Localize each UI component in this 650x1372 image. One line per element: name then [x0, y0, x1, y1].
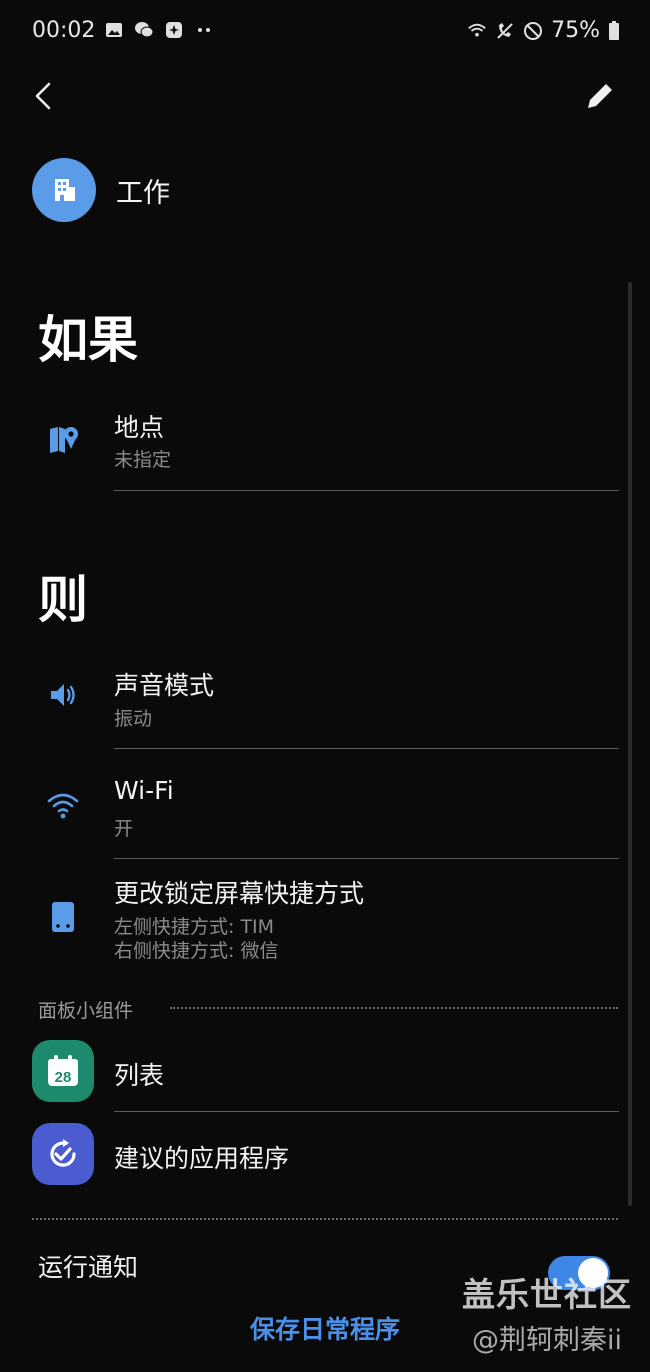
- location-title: 地点: [114, 413, 165, 442]
- suggested-apps-icon: [32, 1123, 94, 1185]
- calendar-icon-date: 28: [55, 1069, 72, 1086]
- sound-mode-subtitle: 振动: [114, 708, 153, 730]
- wifi-calling-icon: [468, 23, 486, 36]
- battery-icon: [609, 20, 619, 40]
- routine-avatar[interactable]: [32, 158, 96, 222]
- scrollbar[interactable]: [628, 282, 632, 1206]
- sound-mode-title: 声音模式: [114, 671, 215, 700]
- status-bar: 00:02 75%: [0, 0, 650, 64]
- widget-list-title: 列表: [114, 1061, 165, 1090]
- call-forward-icon: [497, 22, 513, 39]
- widget-suggested-apps-title: 建议的应用程序: [114, 1144, 290, 1173]
- speaker-icon: [44, 676, 82, 714]
- if-section-title: 如果: [38, 311, 138, 369]
- dotted-divider: [32, 1218, 618, 1220]
- routine-header: 工作: [32, 158, 170, 222]
- divider: [114, 858, 619, 859]
- widget-suggested-apps[interactable]: 建议的应用程序: [0, 1123, 650, 1193]
- status-time: 00:02: [32, 18, 96, 43]
- map-pin-icon: [44, 420, 82, 458]
- building-icon: [55, 179, 75, 201]
- wifi-subtitle: 开: [114, 818, 134, 840]
- pencil-icon: [588, 84, 612, 108]
- divider: [114, 748, 619, 749]
- save-routine-button[interactable]: 保存日常程序: [190, 1310, 460, 1346]
- calendar-icon: 28: [32, 1040, 94, 1102]
- lockscreen-title: 更改锁定屏幕快捷方式: [114, 879, 365, 908]
- back-button[interactable]: [26, 78, 62, 114]
- lockscreen-right-shortcut: 右侧快捷方式: 微信: [114, 940, 279, 962]
- wifi-title: Wi-Fi: [114, 776, 174, 805]
- run-notification-label: 运行通知: [38, 1253, 139, 1282]
- action-wifi[interactable]: Wi-Fi 开: [0, 770, 650, 858]
- status-right-icons: 75%: [467, 18, 620, 43]
- watermark-author: @荆轲刺秦ii: [472, 1325, 623, 1356]
- then-section-title: 则: [38, 571, 88, 629]
- divider: [114, 490, 619, 491]
- divider: [114, 1111, 619, 1112]
- do-not-disturb-icon: [524, 21, 543, 40]
- top-app-bar: [0, 64, 650, 128]
- widgets-label: 面板小组件: [38, 1000, 134, 1022]
- dotted-divider: [170, 1007, 618, 1009]
- condition-location[interactable]: 地点 未指定: [0, 400, 650, 492]
- phone-icon: [44, 898, 82, 936]
- edit-button[interactable]: [582, 78, 618, 114]
- wechat-icon: [135, 22, 154, 38]
- wifi-icon: [44, 786, 82, 824]
- watermark-title: 盖乐世社区: [462, 1275, 632, 1314]
- notification-icon: [166, 22, 182, 38]
- chevron-left-icon: [35, 82, 51, 110]
- location-subtitle: 未指定: [114, 449, 172, 471]
- lockscreen-left-shortcut: 左侧快捷方式: TIM: [114, 916, 275, 938]
- action-sound-mode[interactable]: 声音模式 振动: [0, 660, 650, 748]
- battery-level: 75%: [551, 18, 600, 43]
- more-dots-icon: [198, 28, 210, 32]
- widget-list[interactable]: 28 列表: [0, 1040, 650, 1110]
- routine-name: 工作: [116, 177, 170, 209]
- gallery-icon: [106, 23, 122, 37]
- action-lockscreen-shortcuts[interactable]: 更改锁定屏幕快捷方式 左侧快捷方式: TIM 右侧快捷方式: 微信: [0, 872, 650, 972]
- status-left-icons: [104, 20, 214, 40]
